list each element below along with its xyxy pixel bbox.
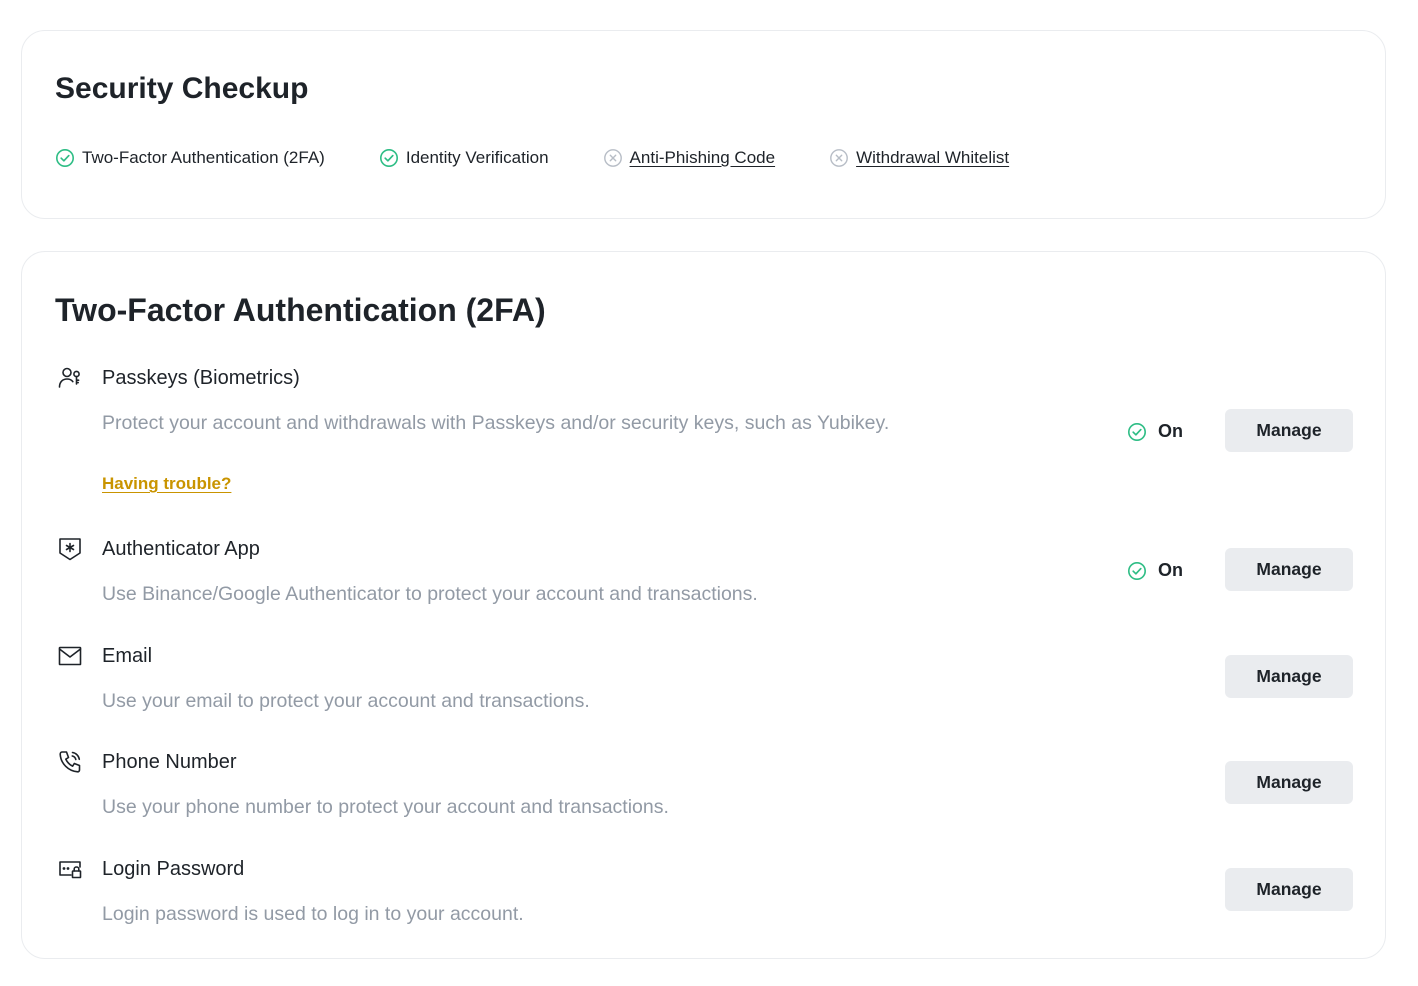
method-title: Authenticator App	[102, 538, 260, 560]
manage-passkeys-button[interactable]: Manage	[1225, 409, 1353, 452]
withdrawal-whitelist-link[interactable]: Withdrawal Whitelist	[856, 148, 1009, 168]
x-circle-icon	[603, 149, 622, 167]
checkup-item-label: Identity Verification	[405, 148, 549, 167]
two-factor-title: Two-Factor Authentication (2FA)	[55, 292, 546, 328]
authenticator-shield-icon	[57, 536, 83, 562]
having-trouble-link[interactable]: Having trouble?	[102, 474, 231, 494]
method-description: Use Binance/Google Authenticator to prot…	[102, 583, 758, 605]
manage-authenticator-app-button[interactable]: Manage	[1225, 548, 1353, 591]
method-row-authenticator-app: Authenticator App Use Binance/Google Aut…	[22, 536, 1385, 616]
passkey-users-icon	[57, 365, 83, 391]
anti-phishing-code-link[interactable]: Anti-Phishing Code	[630, 148, 776, 168]
method-title: Email	[102, 645, 153, 667]
method-row-login-password: Login Password Login password is used to…	[22, 856, 1385, 936]
status-label: On	[1158, 421, 1183, 441]
method-row-email: Email Use your email to protect your acc…	[22, 643, 1385, 723]
check-circle-icon	[379, 149, 398, 167]
two-factor-card: Two-Factor Authentication (2FA) Passkeys…	[21, 251, 1386, 959]
envelope-icon	[57, 643, 83, 669]
method-description: Login password is used to log in to your…	[102, 903, 524, 925]
x-circle-icon	[830, 149, 848, 167]
password-lock-icon	[57, 856, 83, 882]
phone-icon	[57, 749, 83, 775]
security-checkup-title: Security Checkup	[55, 72, 309, 105]
checkup-item-identity-verification: Identity Verification	[379, 148, 549, 168]
manage-phone-number-button[interactable]: Manage	[1225, 761, 1353, 804]
method-title: Passkeys (Biometrics)	[102, 367, 300, 389]
method-title: Login Password	[102, 858, 245, 880]
status-label: On	[1158, 560, 1183, 580]
manage-email-button[interactable]: Manage	[1225, 655, 1353, 698]
status-badge: On	[1127, 560, 1183, 581]
method-description: Use your phone number to protect your ac…	[102, 796, 669, 818]
check-circle-icon	[1128, 422, 1146, 441]
method-row-passkeys: Passkeys (Biometrics) Protect your accou…	[22, 365, 1385, 505]
check-circle-icon	[56, 149, 74, 167]
checkup-item-withdrawal-whitelist[interactable]: Withdrawal Whitelist	[829, 148, 1009, 168]
method-row-phone-number: Phone Number Use your phone number to pr…	[22, 749, 1385, 829]
checkup-item-anti-phishing-code[interactable]: Anti-Phishing Code	[603, 148, 776, 168]
method-title: Phone Number	[102, 751, 237, 773]
manage-login-password-button[interactable]: Manage	[1225, 868, 1353, 911]
checkup-item-2fa: Two-Factor Authentication (2FA)	[55, 148, 325, 168]
method-description: Protect your account and withdrawals wit…	[102, 412, 890, 434]
status-badge: On	[1127, 421, 1183, 442]
check-circle-icon	[1128, 561, 1146, 580]
security-checkup-card: Security Checkup Two-Factor Authenticati…	[21, 30, 1386, 219]
security-checkup-list: Two-Factor Authentication (2FA) Identity…	[55, 147, 1063, 169]
checkup-item-label: Two-Factor Authentication (2FA)	[82, 148, 325, 167]
method-description: Use your email to protect your account a…	[102, 690, 590, 712]
